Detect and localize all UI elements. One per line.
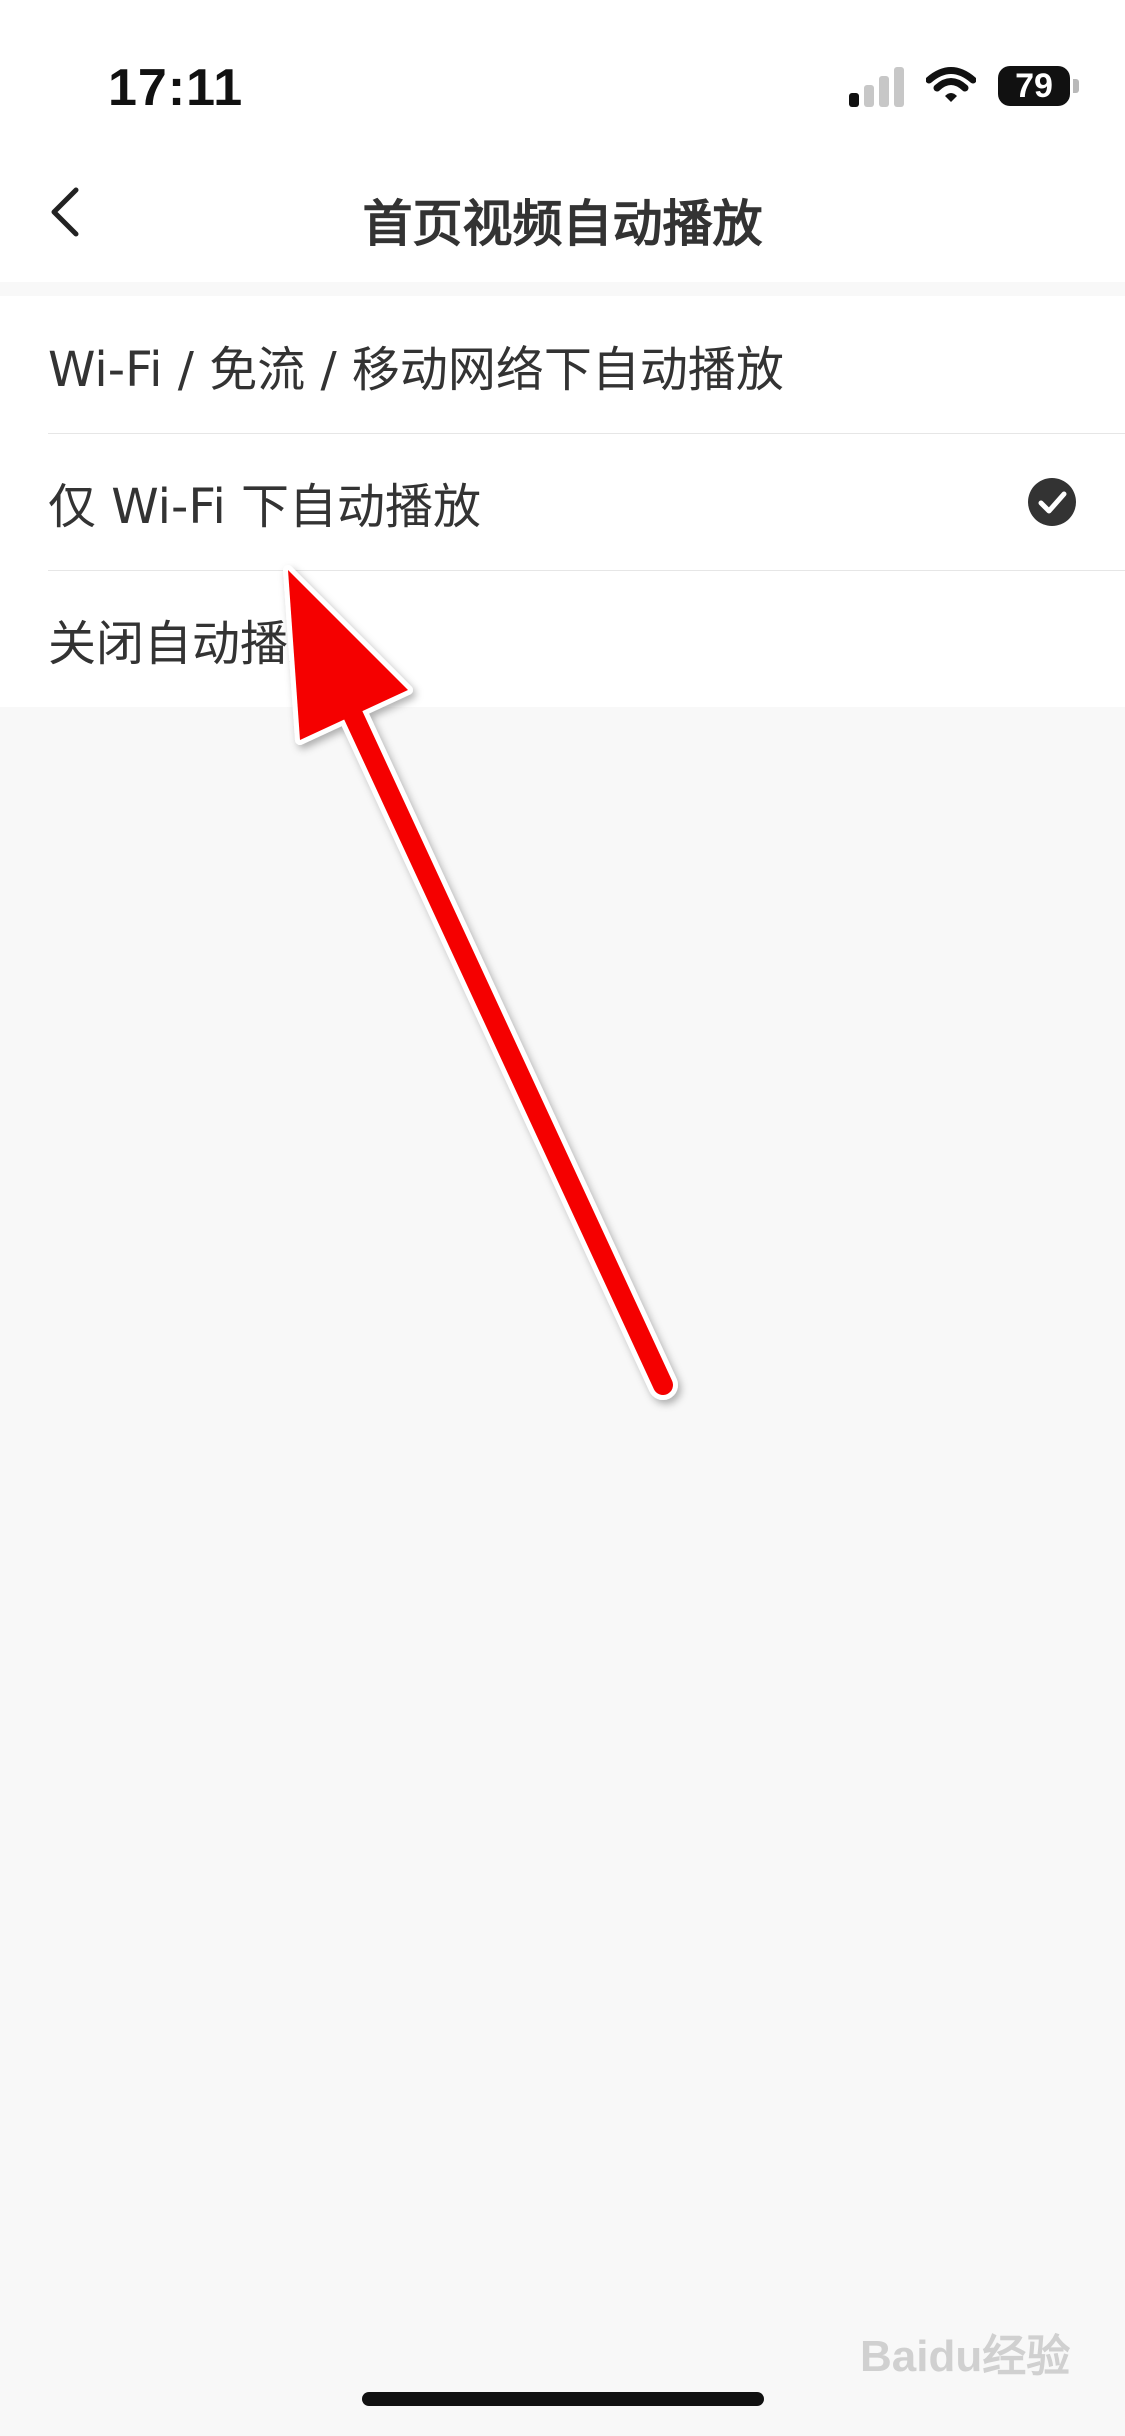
wifi-icon xyxy=(926,67,976,102)
option-item-wifi-only[interactable]: 仅 Wi-Fi 下自动播放 xyxy=(0,433,1125,570)
checkmark-icon xyxy=(1028,478,1076,526)
option-label: Wi-Fi / 免流 / 移动网络下自动播放 xyxy=(48,341,784,398)
option-label: 关闭自动播放 xyxy=(48,615,337,672)
battery-icon: 79 xyxy=(998,66,1079,106)
nav-bar: 首页视频自动播放 xyxy=(0,160,1125,270)
home-indicator[interactable] xyxy=(362,2392,764,2406)
status-icons: 79 xyxy=(849,62,1079,110)
battery-level: 79 xyxy=(1015,66,1053,105)
option-item-wifi-free-mobile[interactable]: Wi-Fi / 免流 / 移动网络下自动播放 xyxy=(0,296,1125,433)
option-list: Wi-Fi / 免流 / 移动网络下自动播放 仅 Wi-Fi 下自动播放 关闭自… xyxy=(0,296,1125,707)
watermark: Baidu经验 xyxy=(860,2332,1071,2381)
page-title: 首页视频自动播放 xyxy=(362,195,763,253)
status-time: 17:11 xyxy=(108,59,244,117)
signal-icon xyxy=(849,65,904,107)
screen: 17:11 79 首页视频自动播放 Wi-Fi / 免流 / 移动网络下自动播放… xyxy=(0,0,1125,2436)
option-label: 仅 Wi-Fi 下自动播放 xyxy=(48,478,482,535)
option-item-off[interactable]: 关闭自动播放 xyxy=(0,570,1125,707)
